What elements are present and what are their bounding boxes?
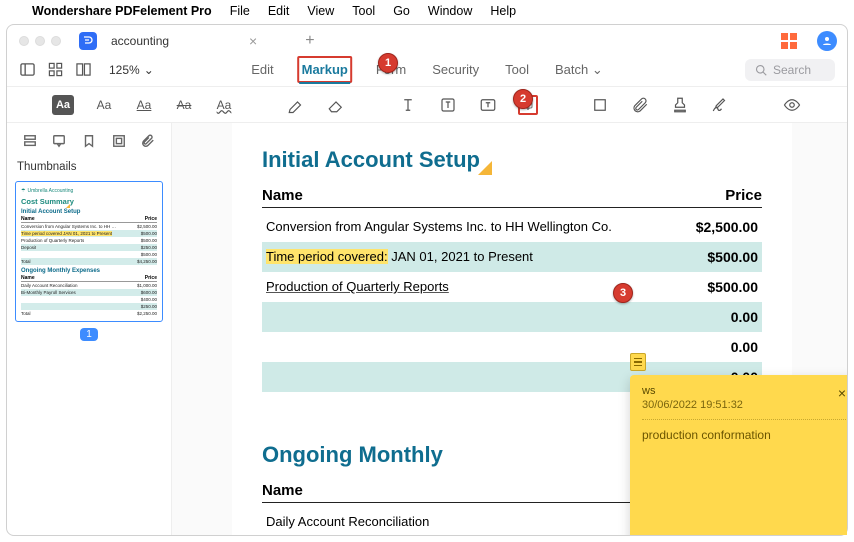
sidebar: Thumbnails ☂Umbrella Accounting Cost Sum… xyxy=(7,123,172,535)
squiggly-tool[interactable]: Aa xyxy=(214,95,234,115)
apps-grid-icon[interactable] xyxy=(781,33,797,49)
menu-view[interactable]: View xyxy=(307,4,334,18)
document-viewport[interactable]: Initial Account Setup Name Price Convers… xyxy=(172,123,847,535)
fields-panel-icon[interactable] xyxy=(111,133,127,149)
tab-markup[interactable]: Markup xyxy=(298,56,352,83)
table-header: Name Price xyxy=(262,187,762,208)
highlighter-marker-icon[interactable] xyxy=(286,95,306,115)
thumbnail-page-number: 1 xyxy=(80,328,98,341)
titlebar: accounting × + xyxy=(7,25,847,53)
preview-eye-icon[interactable] xyxy=(782,95,802,115)
tab-title: accounting xyxy=(111,34,169,48)
table-row: 0.00 xyxy=(262,332,762,362)
window-controls[interactable] xyxy=(19,36,61,46)
account-avatar-icon[interactable] xyxy=(817,31,837,51)
zoom-dropdown[interactable]: 125%⌄ xyxy=(109,63,154,77)
close-icon[interactable]: × xyxy=(838,385,846,401)
table-row: Conversion from Angular Systems Inc. to … xyxy=(262,212,762,242)
sticky-author: ws xyxy=(642,385,743,397)
stamp-icon[interactable] xyxy=(670,95,690,115)
bookmarks-panel-icon[interactable] xyxy=(81,133,97,149)
sticky-timestamp: 30/06/2022 19:51:32 xyxy=(642,399,743,411)
tab-tool[interactable]: Tool xyxy=(503,58,531,81)
mode-tabs: Edit Markup Form Security Tool Batch ⌄ xyxy=(249,56,605,83)
section-heading: Ongoing Monthly xyxy=(262,442,443,468)
tab-close-icon[interactable]: × xyxy=(249,33,257,49)
text-callout-icon[interactable] xyxy=(438,95,458,115)
sidebar-title: Thumbnails xyxy=(17,161,161,173)
thumbnails-panel-icon[interactable] xyxy=(22,133,38,149)
menu-edit[interactable]: Edit xyxy=(268,4,290,18)
callout-badge-1: 1 xyxy=(378,53,398,73)
search-icon xyxy=(755,64,767,76)
ribbon-row: 125%⌄ Edit Markup Form Security Tool Bat… xyxy=(7,53,847,87)
menu-tool[interactable]: Tool xyxy=(352,4,375,18)
comments-panel-icon[interactable] xyxy=(51,133,67,149)
sticky-note-marker-icon[interactable] xyxy=(630,353,646,371)
shape-rect-icon[interactable] xyxy=(590,95,610,115)
table-row: Time period covered: JAN 01, 2021 to Pre… xyxy=(262,242,762,272)
highlight-text-tool[interactable]: Aa xyxy=(52,95,74,115)
panel-left-icon[interactable] xyxy=(19,62,35,78)
signature-icon[interactable] xyxy=(710,95,730,115)
strikethrough-tool[interactable]: Aa xyxy=(174,95,194,115)
app-window: accounting × + 125%⌄ Edit Markup Form Se… xyxy=(6,24,848,536)
callout-badge-3: 3 xyxy=(613,283,633,303)
text-box-icon[interactable] xyxy=(398,95,418,115)
document-tab[interactable]: accounting × xyxy=(111,33,257,49)
page-thumbnail[interactable]: ☂Umbrella Accounting Cost Summary Initia… xyxy=(15,181,163,322)
menu-help[interactable]: Help xyxy=(490,4,516,18)
search-input[interactable]: Search xyxy=(745,59,835,81)
chevron-down-icon: ⌄ xyxy=(144,63,154,77)
menu-window[interactable]: Window xyxy=(428,4,472,18)
markup-toolbar: Aa Aa Aa Aa Aa xyxy=(7,87,847,123)
tab-security[interactable]: Security xyxy=(430,58,481,81)
new-tab-button[interactable]: + xyxy=(305,32,314,50)
text-style-1[interactable]: Aa xyxy=(94,95,114,115)
annotation-corner-icon xyxy=(478,161,492,175)
tab-edit[interactable]: Edit xyxy=(249,58,275,81)
app-name[interactable]: Wondershare PDFelement Pro xyxy=(32,4,212,18)
callout-badge-2: 2 xyxy=(513,89,533,109)
sticky-body[interactable]: production conformation xyxy=(642,428,846,442)
section-heading: Initial Account Setup xyxy=(262,147,480,173)
two-page-icon[interactable] xyxy=(75,62,91,78)
eraser-icon[interactable] xyxy=(326,95,346,115)
tab-batch[interactable]: Batch ⌄ xyxy=(553,58,605,82)
thumbnails-grid-icon[interactable] xyxy=(47,62,63,78)
underline-tool[interactable]: Aa xyxy=(134,95,154,115)
attachments-panel-icon[interactable] xyxy=(140,133,156,149)
menu-go[interactable]: Go xyxy=(393,4,410,18)
table-row: 0.00 xyxy=(262,302,762,332)
table-row: Production of Quarterly Reports$500.00 xyxy=(262,272,762,302)
app-logo-icon xyxy=(79,32,97,50)
menu-file[interactable]: File xyxy=(230,4,250,18)
attachment-icon[interactable] xyxy=(630,95,650,115)
sticky-note-popup[interactable]: ws 30/06/2022 19:51:32 × production conf… xyxy=(630,375,847,535)
chevron-down-icon: ⌄ xyxy=(592,62,603,77)
macos-menubar: Wondershare PDFelement Pro File Edit Vie… xyxy=(0,0,854,22)
text-frame-icon[interactable] xyxy=(478,95,498,115)
